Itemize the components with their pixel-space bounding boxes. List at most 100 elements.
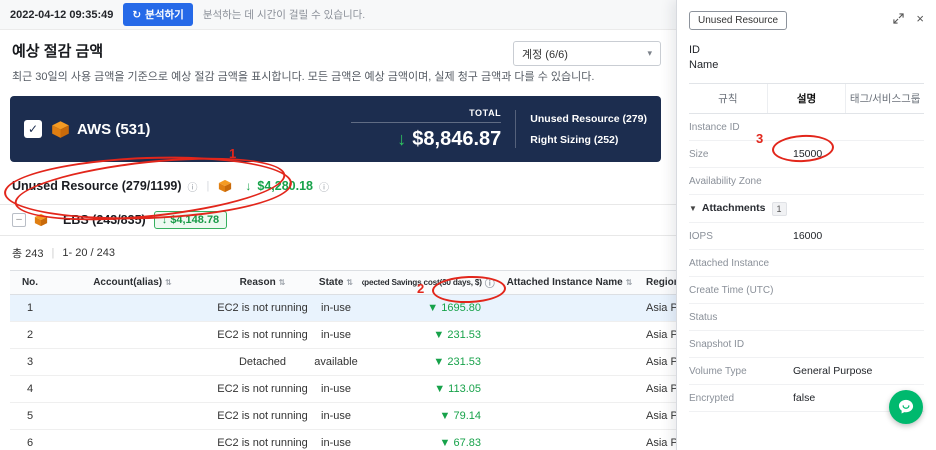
panel-id-name: ID Name bbox=[689, 43, 924, 73]
ebs-savings-badge[interactable]: ↓ $4,148.78 bbox=[153, 211, 228, 229]
field-row-create-time: Create Time (UTC) bbox=[689, 277, 924, 304]
sort-icon[interactable]: ⇅ bbox=[279, 278, 286, 287]
analyze-label: 분석하기 bbox=[145, 9, 184, 21]
table-row[interactable]: 5 EC2 is not running in-use ▼ 79.14 Asia… bbox=[10, 403, 732, 430]
field-label: Attached Instance bbox=[689, 257, 770, 269]
info-icon[interactable]: ⓘ bbox=[319, 179, 329, 194]
cell-no: 6 bbox=[26, 437, 34, 449]
attachments-count-badge: 1 bbox=[771, 201, 787, 216]
pagination-divider: | bbox=[51, 247, 55, 259]
tab-tags-service-groups[interactable]: 태그/서비스그룹 bbox=[845, 84, 924, 113]
cell-savings: ▼ 231.53 bbox=[433, 329, 481, 341]
analyze-hint: 분석하는 데 시간이 걸릴 수 있습니다. bbox=[202, 9, 366, 21]
ebs-group-label: EBS (243/835) bbox=[63, 213, 146, 227]
banner-divider bbox=[515, 110, 517, 148]
col-state[interactable]: State ⇅ bbox=[310, 277, 362, 288]
cell-state: in-use bbox=[321, 437, 351, 449]
cell-reason: EC2 is not running bbox=[217, 383, 308, 395]
field-row-volume-type: Volume Type General Purpose bbox=[689, 358, 924, 385]
tab-rule[interactable]: 규칙 bbox=[689, 84, 767, 113]
cell-reason: Detached bbox=[238, 356, 287, 368]
field-value: General Purpose bbox=[793, 364, 873, 377]
provider-banner: ✓ AWS (531) TOTAL ↓ $8,846.87 Unused Res… bbox=[10, 96, 661, 162]
field-row-status: Status bbox=[689, 304, 924, 331]
timestamp: 2022-04-12 09:35:49 bbox=[10, 8, 114, 21]
col-attached[interactable]: Attached Instance Name ⇅ bbox=[497, 277, 642, 288]
field-label: Create Time (UTC) bbox=[689, 284, 774, 296]
field-value: 16000 bbox=[793, 229, 823, 242]
field-label: Volume Type bbox=[689, 365, 747, 377]
indeterminate-dash-icon: – bbox=[16, 214, 22, 225]
col-no[interactable]: No. bbox=[10, 277, 50, 288]
cell-savings: ▼ 113.05 bbox=[434, 383, 481, 395]
col-savings[interactable]: Expected Savings cost(30 days, $)ⓘ⇅ bbox=[362, 275, 497, 290]
cell-state: available bbox=[314, 356, 358, 368]
page-range: 1- 20 / 243 bbox=[62, 247, 115, 259]
table-row[interactable]: 6 EC2 is not running in-use ▼ 67.83 Asia… bbox=[10, 430, 732, 450]
cell-state: in-use bbox=[321, 302, 351, 314]
banner-menu: Unused Resource (279) Right Sizing (252) bbox=[530, 113, 647, 146]
field-label: Availability Zone bbox=[689, 175, 762, 187]
ebs-cube-icon bbox=[34, 213, 48, 227]
total-block: TOTAL ↓ $8,846.87 bbox=[351, 108, 502, 151]
account-filter-dropdown[interactable]: 계정 (6/6) ▾ bbox=[513, 41, 661, 66]
attachments-label: Attachments bbox=[701, 202, 766, 214]
col-reason[interactable]: Reason ⇅ bbox=[215, 277, 310, 288]
detail-panel: Unused Resource × ID Name 규칙 설명 태그/서비스그룹… bbox=[676, 0, 936, 450]
cell-savings: ▼ 231.53 bbox=[433, 356, 481, 368]
table-row[interactable]: 2 EC2 is not running in-use ▼ 231.53 Asi… bbox=[10, 322, 732, 349]
close-icon[interactable]: × bbox=[916, 12, 924, 25]
field-label: IOPS bbox=[689, 230, 713, 242]
info-icon[interactable]: ⓘ bbox=[188, 179, 198, 194]
table-row[interactable]: 1 EC2 is not running in-use ▼ 1695.80 As… bbox=[10, 295, 732, 322]
banner-menu-right-sizing[interactable]: Right Sizing (252) bbox=[530, 134, 647, 146]
expand-icon[interactable] bbox=[893, 13, 905, 24]
table-row[interactable]: 4 EC2 is not running in-use ▼ 113.05 Asi… bbox=[10, 376, 732, 403]
id-label: ID bbox=[689, 44, 700, 56]
cell-savings: ▼ 79.14 bbox=[439, 410, 481, 422]
cell-reason: EC2 is not running bbox=[217, 437, 308, 449]
field-row-size: Size 15000 bbox=[689, 141, 924, 168]
chevron-down-icon: ▾ bbox=[647, 48, 652, 58]
ebs-checkbox[interactable]: – bbox=[12, 213, 26, 227]
cell-state: in-use bbox=[321, 383, 351, 395]
field-label: Snapshot ID bbox=[689, 338, 745, 350]
sort-icon[interactable]: ⇅ bbox=[165, 278, 172, 287]
field-row-availability-zone: Availability Zone bbox=[689, 168, 924, 195]
attachments-section-toggle[interactable]: ▼ Attachments 1 bbox=[689, 195, 924, 223]
down-arrow-icon: ↓ bbox=[397, 129, 407, 149]
chevron-down-icon: ▼ bbox=[689, 204, 697, 213]
total-count: 총 243 bbox=[12, 248, 44, 260]
table-row[interactable]: 3 Detached available ▼ 231.53 Asia P bbox=[10, 349, 732, 376]
cell-savings: ▼ 67.83 bbox=[439, 437, 481, 449]
resource-table: No. Account(alias) ⇅ Reason ⇅ State ⇅ Expec… bbox=[10, 270, 732, 450]
ebs-cube-icon bbox=[218, 179, 232, 193]
cell-reason: EC2 is not running bbox=[217, 329, 308, 341]
cell-no: 3 bbox=[26, 356, 34, 368]
provider-checkbox[interactable]: ✓ bbox=[24, 120, 42, 138]
field-label: Status bbox=[689, 311, 718, 323]
banner-menu-unused-resource[interactable]: Unused Resource (279) bbox=[530, 113, 647, 125]
check-icon: ✓ bbox=[27, 122, 39, 136]
cell-savings: ▼ 1695.80 bbox=[427, 302, 481, 314]
tab-description[interactable]: 설명 bbox=[766, 84, 846, 113]
table-header-row: No. Account(alias) ⇅ Reason ⇅ State ⇅ Expec… bbox=[10, 270, 732, 295]
app-window: 2022-04-12 09:35:49 ↻ 분석하기 분석하는 데 시간이 걸릴… bbox=[0, 0, 936, 450]
cell-no: 4 bbox=[26, 383, 34, 395]
sort-icon[interactable]: ⇅ bbox=[346, 278, 353, 287]
col-account[interactable]: Account(alias) ⇅ bbox=[50, 277, 215, 288]
info-icon[interactable]: ⓘ bbox=[485, 275, 495, 290]
analyze-button[interactable]: ↻ 분석하기 bbox=[123, 3, 193, 26]
unused-resource-amount: $4,280.18 bbox=[257, 179, 313, 193]
account-filter-value: 계정 (6/6) bbox=[522, 48, 568, 61]
summary-divider: | bbox=[206, 180, 210, 192]
total-amount: $8,846.87 bbox=[412, 127, 502, 150]
chat-widget-button[interactable] bbox=[889, 390, 923, 424]
sort-icon[interactable]: ⇅ bbox=[626, 278, 633, 287]
resource-type-chip: Unused Resource bbox=[689, 11, 788, 30]
panel-tabs: 규칙 설명 태그/서비스그룹 bbox=[689, 83, 924, 114]
cell-state: in-use bbox=[321, 410, 351, 422]
down-arrow-icon: ↓ bbox=[245, 179, 252, 193]
unused-resource-title: Unused Resource (279/1199) bbox=[12, 179, 182, 193]
field-row-instance-id: Instance ID bbox=[689, 114, 924, 141]
